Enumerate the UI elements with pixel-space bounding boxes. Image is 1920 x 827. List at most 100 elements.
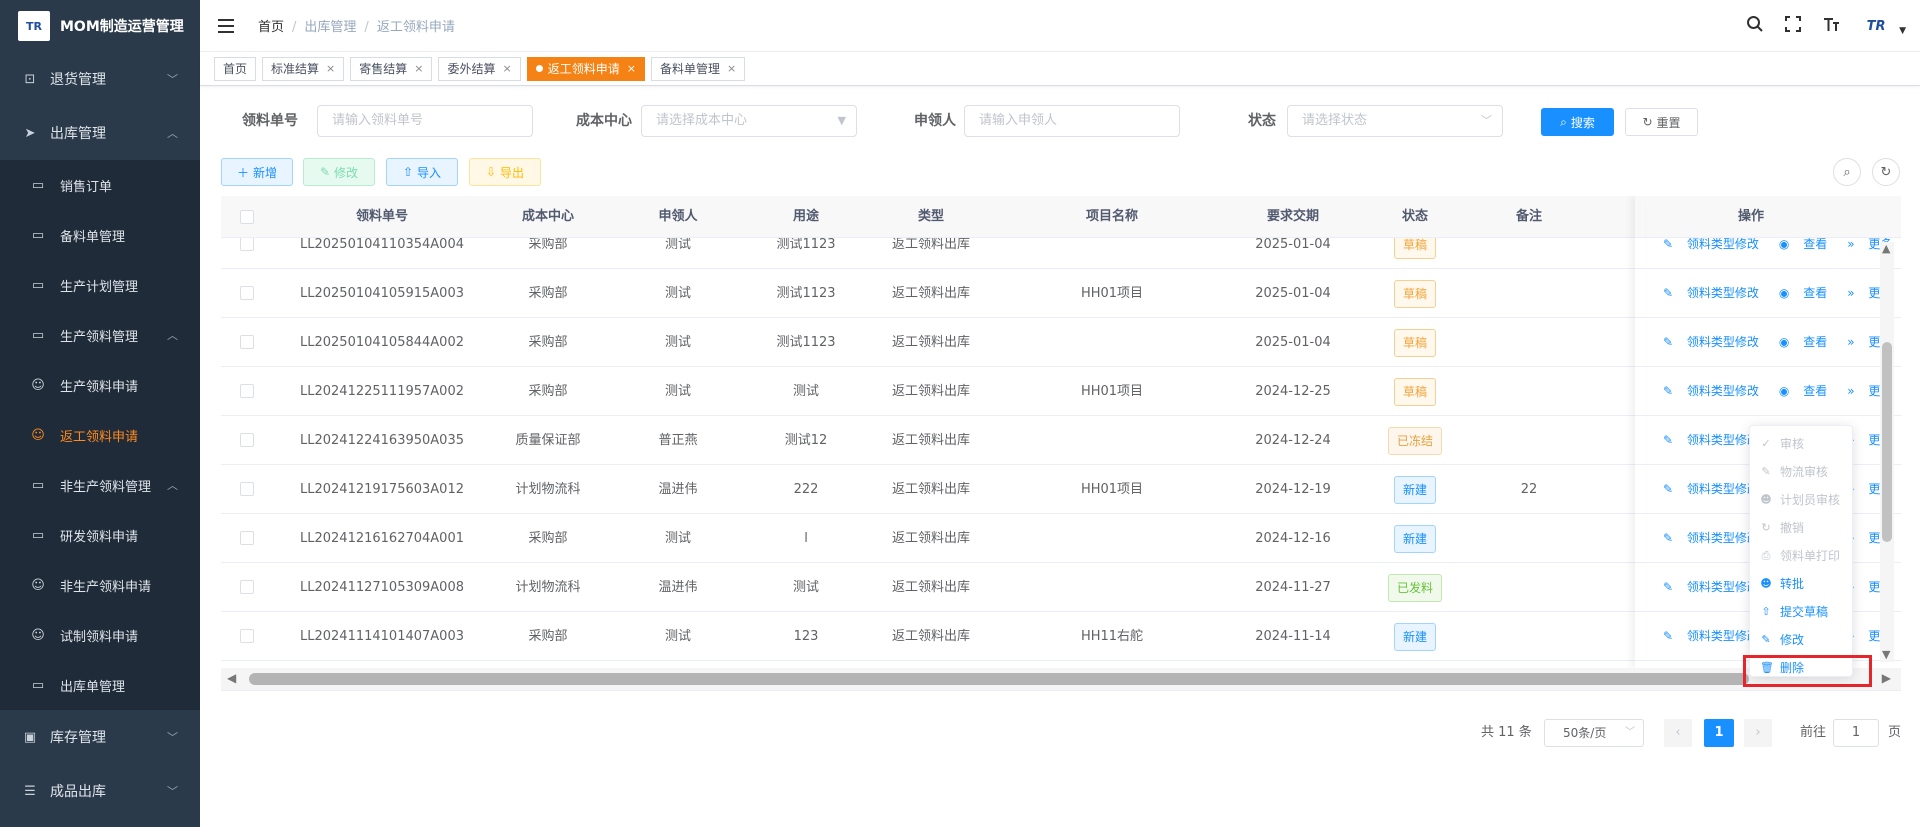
dropdown-item[interactable]: ✎ 物流审核 bbox=[1750, 458, 1852, 486]
table-row[interactable]: LL20250104105915A003 采购部 测试 测试1123 返工领料出库 HH0… bbox=[221, 269, 1901, 318]
row-checkbox[interactable] bbox=[240, 238, 254, 251]
view-link[interactable]: ◉ 查看 bbox=[1779, 238, 1837, 251]
row-checkbox[interactable] bbox=[240, 629, 254, 643]
view-link[interactable]: ◉ 查看 bbox=[1779, 335, 1837, 349]
close-icon[interactable]: × bbox=[326, 62, 335, 75]
menu-finished-goods-outbound[interactable]: ☰ 成品出库 ﹀ bbox=[0, 764, 200, 818]
sidebar-item-rd-picking-request[interactable]: ▭ 研发领料申请 bbox=[0, 510, 200, 560]
font-size-icon[interactable] bbox=[1821, 15, 1841, 38]
dropdown-item[interactable]: ⇧ 提交草稿 bbox=[1750, 598, 1852, 626]
sidebar-item-label: 生产计划管理 bbox=[60, 279, 139, 295]
menu-inventory-management[interactable]: ▣ 库存管理 ﹀ bbox=[0, 710, 200, 764]
view-link[interactable]: ◉ 查看 bbox=[1779, 286, 1837, 300]
applicant-input[interactable]: 请输入申领人 bbox=[964, 105, 1180, 137]
row-checkbox[interactable] bbox=[240, 433, 254, 447]
dropdown-item[interactable]: ✓ 审核 bbox=[1750, 430, 1852, 458]
horizontal-scroll-thumb[interactable] bbox=[249, 673, 1749, 685]
export-button[interactable]: ⇩ 导出 bbox=[469, 158, 541, 186]
order-no-input[interactable]: 请输入领料单号 bbox=[317, 105, 533, 137]
tag-outsourcing-settlement[interactable]: 委外结算 × bbox=[438, 56, 521, 81]
cost-center-select[interactable]: 请选择成本中心 ▼ bbox=[641, 105, 857, 137]
search-button[interactable]: ⌕ 搜索 bbox=[1541, 108, 1614, 136]
breadcrumb-home[interactable]: 首页 bbox=[258, 20, 284, 35]
table-row[interactable]: LL20250104105844A002 采购部 测试 测试1123 返工领料出库 202… bbox=[221, 318, 1901, 367]
refresh-button[interactable]: ↻ bbox=[1872, 158, 1900, 186]
goto-page-input[interactable]: 1 bbox=[1833, 719, 1879, 747]
tag-rework-picking-request[interactable]: 返工领料申请 × bbox=[526, 56, 645, 81]
tag-consignment-settlement[interactable]: 寄售结算 × bbox=[350, 56, 433, 81]
table-row[interactable]: LL20241127105309A008 计划物流科 温进伟 测试 返工领料出库 2024… bbox=[221, 563, 1901, 612]
table-row[interactable]: LL20241225111957A002 采购部 测试 测试 返工领料出库 HH01项目 2… bbox=[221, 367, 1901, 416]
view-link[interactable]: ◉ 查看 bbox=[1779, 384, 1837, 398]
sidebar-item-trial-picking-request[interactable]: ☺ 试制领料申请 bbox=[0, 610, 200, 660]
select-all-checkbox[interactable] bbox=[240, 209, 254, 224]
scroll-up-arrow-icon[interactable]: ▲ bbox=[1882, 242, 1890, 255]
edit-button[interactable]: ✎ 修改 bbox=[303, 158, 375, 186]
table-row[interactable]: LL20241219175603A012 计划物流科 温进伟 222 返工领料出库 HH0… bbox=[221, 465, 1901, 514]
table-row[interactable]: LL20241216162704A001 采购部 测试 l 返工领料出库 2024-12-… bbox=[221, 514, 1901, 563]
table-row[interactable]: LL20241114101407A003 采购部 测试 123 返工领料出库 HH11右舵… bbox=[221, 612, 1901, 661]
close-icon[interactable]: × bbox=[503, 62, 512, 75]
row-checkbox[interactable] bbox=[240, 335, 254, 349]
row-checkbox[interactable] bbox=[240, 482, 254, 496]
edit-type-link[interactable]: ✎ 领料类型修改 bbox=[1663, 335, 1769, 349]
col-type: 类型 bbox=[917, 209, 944, 224]
sidebar-item-outbound-order[interactable]: ▭ 出库单管理 bbox=[0, 660, 200, 710]
import-button[interactable]: ⇧ 导入 bbox=[386, 158, 458, 186]
dropdown-item[interactable]: ⎙ 领料单打印 bbox=[1750, 542, 1852, 570]
edit-type-link[interactable]: ✎ 领料类型修改 bbox=[1663, 286, 1769, 300]
row-checkbox[interactable] bbox=[240, 286, 254, 300]
page-number-current[interactable]: 1 bbox=[1704, 719, 1734, 747]
row-checkbox[interactable] bbox=[240, 384, 254, 398]
sidebar-item-production-picking-request[interactable]: ☺ 生产领料申请 bbox=[0, 360, 200, 410]
cell-order-no: LL20241216162704A001 bbox=[300, 531, 464, 546]
vertical-scroll-thumb[interactable] bbox=[1882, 342, 1892, 542]
edit-type-link[interactable]: ✎ 领料类型修改 bbox=[1663, 384, 1769, 398]
sidebar-group-production-picking[interactable]: ▭ 生产领料管理 ︿ bbox=[0, 310, 200, 360]
prev-page-button[interactable]: ‹ bbox=[1664, 719, 1692, 747]
page-size-select[interactable]: 50条/页 ﹀ bbox=[1544, 719, 1644, 747]
dropdown-item[interactable]: ☻ 转批 bbox=[1750, 570, 1852, 598]
dropdown-item[interactable]: ☻ 计划员审核 bbox=[1750, 486, 1852, 514]
book-icon: ▭ bbox=[31, 227, 45, 243]
search-icon[interactable] bbox=[1745, 15, 1765, 38]
tag-standard-settlement[interactable]: 标准结算 × bbox=[262, 56, 345, 81]
edit-type-link[interactable]: ✎ 领料类型修改 bbox=[1663, 238, 1769, 251]
vertical-scrollbar[interactable] bbox=[1880, 242, 1894, 662]
sidebar-item-sales-order[interactable]: ▭ 销售订单 bbox=[0, 160, 200, 210]
sidebar-item-nonproduction-picking-request[interactable]: ☺ 非生产领料申请 bbox=[0, 560, 200, 610]
add-button[interactable]: ＋ 新增 bbox=[221, 158, 293, 186]
menu-label: 库存管理 bbox=[50, 730, 106, 746]
sidebar-item-material-prep[interactable]: ▭ 备料单管理 bbox=[0, 210, 200, 260]
close-icon[interactable]: × bbox=[727, 62, 736, 75]
chevron-up-icon: ︿ bbox=[167, 127, 178, 140]
menu-return-management[interactable]: ⊡ 退货管理 ﹀ bbox=[0, 52, 200, 106]
tag-home[interactable]: 首页 bbox=[214, 56, 257, 81]
dropdown-item[interactable]: ✎ 修改 bbox=[1750, 626, 1852, 654]
scroll-left-arrow-icon[interactable]: ◀ bbox=[227, 671, 236, 685]
hamburger-icon[interactable] bbox=[218, 18, 234, 33]
row-checkbox[interactable] bbox=[240, 580, 254, 594]
scroll-right-arrow-icon[interactable]: ▶ bbox=[1882, 671, 1891, 685]
sidebar-item-production-plan[interactable]: ▭ 生产计划管理 bbox=[0, 260, 200, 310]
scroll-down-arrow-icon[interactable]: ▼ bbox=[1882, 648, 1890, 661]
sidebar-item-rework-picking-request[interactable]: ☺ 返工领料申请 bbox=[0, 410, 200, 460]
fullscreen-icon[interactable] bbox=[1783, 15, 1803, 38]
horizontal-scrollbar[interactable]: ◀ ▶ bbox=[221, 668, 1901, 690]
status-select[interactable]: 请选择状态 ﹀ bbox=[1287, 105, 1503, 137]
caret-down-icon[interactable]: ▼ bbox=[1899, 26, 1906, 36]
table-row[interactable]: LL20250104110354A004 采购部 测试 测试1123 返工领料出库 202… bbox=[221, 238, 1901, 269]
dropdown-item-label: 计划员审核 bbox=[1780, 493, 1841, 507]
toggle-search-button[interactable]: ⌕ bbox=[1833, 158, 1861, 186]
close-icon[interactable]: × bbox=[627, 62, 636, 75]
close-icon[interactable]: × bbox=[414, 62, 423, 75]
menu-outbound-management[interactable]: ➤ 出库管理 ︿ bbox=[0, 106, 200, 160]
tag-material-prep[interactable]: 备料单管理 × bbox=[650, 56, 746, 81]
user-avatar-logo[interactable]: TR bbox=[1859, 15, 1893, 37]
dropdown-item[interactable]: ↻ 撤销 bbox=[1750, 514, 1852, 542]
sidebar-group-nonproduction-picking[interactable]: ▭ 非生产领料管理 ︿ bbox=[0, 460, 200, 510]
next-page-button[interactable]: › bbox=[1744, 719, 1772, 747]
reset-button[interactable]: ↻ 重置 bbox=[1625, 108, 1698, 136]
table-row[interactable]: LL20241224163950A035 质量保证部 普正燕 测试12 返工领料出库 20… bbox=[221, 416, 1901, 465]
row-checkbox[interactable] bbox=[240, 531, 254, 545]
